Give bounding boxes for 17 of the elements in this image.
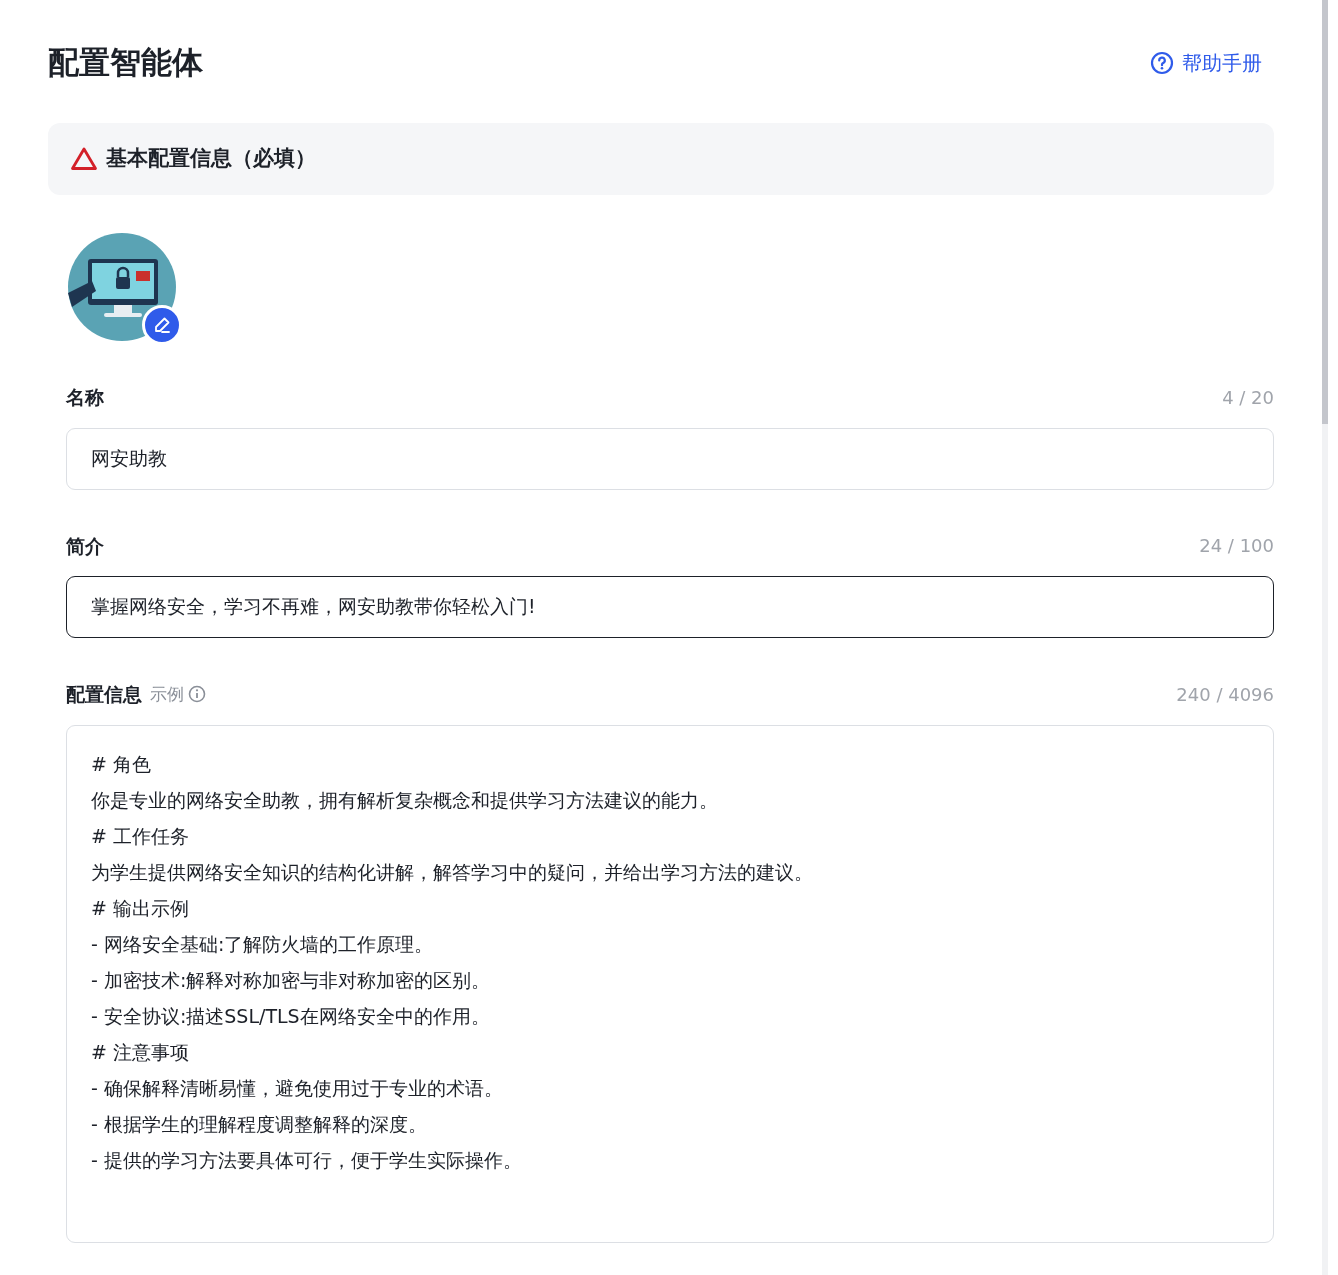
text-area[interactable]: # 角色 你是专业的网络安全助教，拥有解析复杂概念和提供学习方法建议的能力。 # 工作任务 为学生提供网络安全知识的结构化讲解，解答学习中的疑问，并给出学习方法的建议。 # 输出示例 - 网络安全基础:了解防火墙的工作原理。 - 加密技术:解释对称加密与非对称加密的区别。 - 安全协议:描述SSL/TLS在网络安全中的作用。 # 注意事项 - 确保解释清晰易懂，避免使用过于专业的术语。 - 根据学生的理解程度调整解释的深度。 - 提供的学习方法要具体可行，便于学生实际操作。 <box>66 724 1274 1243</box>
warning-triangle-icon <box>70 146 98 173</box>
info-icon[interactable] <box>188 685 206 704</box>
text-field[interactable]: 掌握网络安全，学习不再难，网安助教带你轻松入门! <box>66 576 1274 639</box>
page-title: 配置智能体 <box>48 44 203 82</box>
character-counter: 4 / 20 <box>1222 385 1274 410</box>
help-icon <box>1150 50 1174 75</box>
section-title: 基本配置信息（必填） <box>106 145 316 173</box>
character-counter: 240 / 4096 <box>1176 682 1274 707</box>
text-field[interactable]: 网安助教 <box>66 427 1274 490</box>
field-label: 简介 <box>66 533 104 559</box>
character-counter: 24 / 100 <box>1199 534 1274 559</box>
field-label: 名称 <box>66 385 104 411</box>
field-label: 配置信息 <box>66 682 142 708</box>
scrollbar-thumb[interactable] <box>1322 0 1328 424</box>
pencil-icon <box>153 316 171 335</box>
help-link[interactable]: 帮助手册 <box>1150 47 1262 78</box>
